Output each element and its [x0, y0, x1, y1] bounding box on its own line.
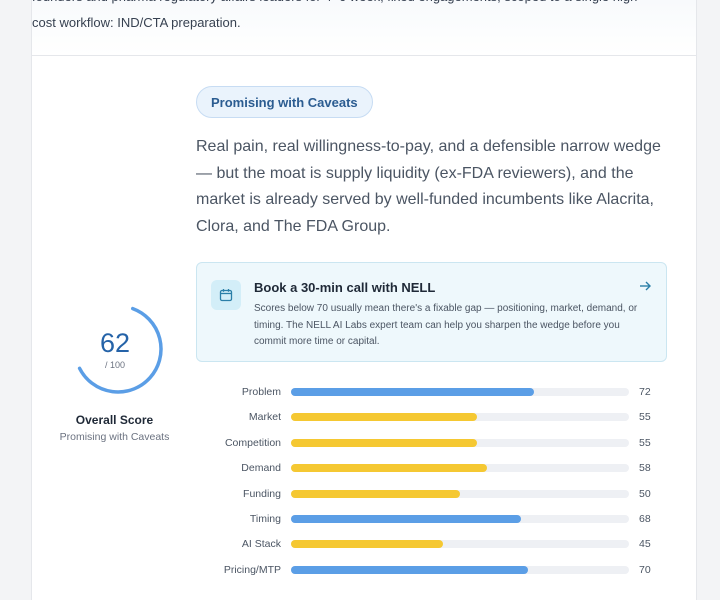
score-bar-track	[291, 565, 629, 574]
score-bar-fill	[291, 489, 460, 498]
score-bar-fill	[291, 388, 535, 396]
score-row-funding: Funding 50	[32, 487, 696, 501]
score-row-timing: Timing 68	[32, 512, 696, 526]
score-breakdown: Problem 72 Market 55 Competition 55 Demand 58 Fu…	[32, 0, 696, 600]
score-row-value: 55	[639, 411, 651, 424]
score-bar-track	[291, 388, 629, 396]
score-row-value: 70	[639, 563, 651, 576]
score-row-label: Pricing/MTP	[223, 563, 281, 576]
score-bar-fill	[291, 413, 477, 422]
score-bar-track	[291, 464, 629, 473]
score-row-value: 68	[639, 513, 651, 525]
score-row-problem: Problem 72	[32, 385, 696, 399]
score-bar-track	[291, 515, 629, 523]
score-row-competition: Competition 55	[32, 436, 696, 450]
score-row-value: 58	[639, 462, 651, 475]
score-bar-fill	[291, 515, 521, 523]
score-row-label: Competition	[224, 436, 281, 449]
score-row-ai-stack: AI Stack 45	[32, 537, 696, 551]
score-row-value: 50	[639, 487, 651, 500]
score-row-pricing-mtp: Pricing/MTP 70	[32, 563, 696, 577]
score-bar-fill	[291, 565, 528, 574]
score-bar-fill	[291, 540, 444, 549]
score-bar-track	[291, 438, 629, 447]
score-row-value: 45	[639, 538, 651, 551]
score-row-demand: Demand 58	[32, 461, 696, 475]
score-row-label: Problem	[241, 386, 281, 398]
score-row-label: Timing	[249, 513, 281, 525]
score-row-label: Demand	[241, 462, 281, 475]
score-bar-fill	[291, 438, 477, 447]
score-row-value: 72	[639, 386, 651, 398]
score-row-label: Market	[248, 411, 281, 424]
score-row-market: Market 55	[32, 410, 696, 424]
score-bar-track	[291, 489, 629, 498]
score-bar-track	[291, 413, 629, 422]
score-row-value: 55	[639, 436, 651, 449]
score-row-label: Funding	[243, 487, 281, 500]
score-row-label: AI Stack	[241, 538, 281, 551]
score-bar-track	[291, 540, 629, 549]
score-bar-fill	[291, 464, 488, 473]
report-card: founders and pharma regulatory affairs l…	[31, 0, 697, 600]
